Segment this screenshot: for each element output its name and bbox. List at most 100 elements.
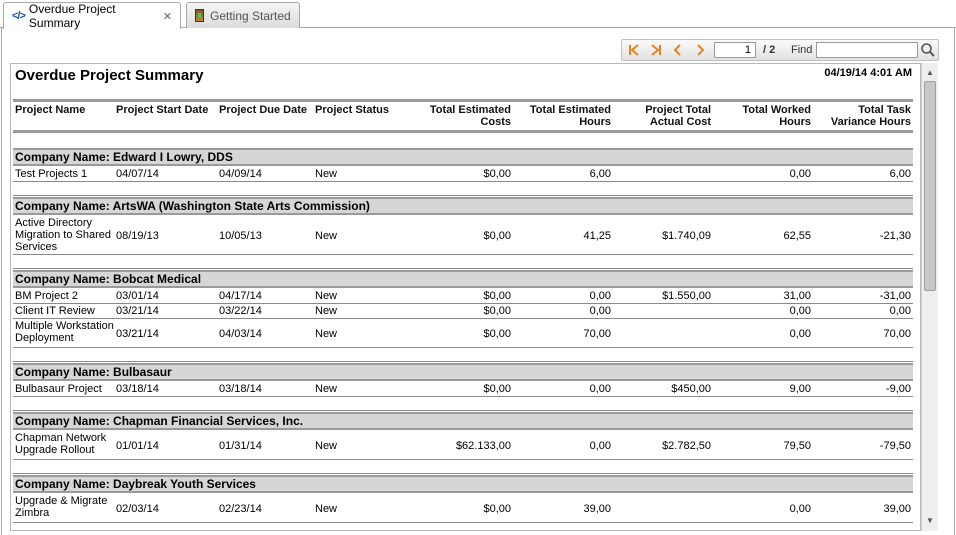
cell-due: 01/31/14 <box>219 439 262 452</box>
table-row: Test Projects 1 04/07/14 04/09/14 New $0,00 6… <box>13 167 913 182</box>
cell-start: 03/01/14 <box>116 290 159 302</box>
chevron-left-icon <box>673 44 681 56</box>
scroll-up-button[interactable]: ▲ <box>922 65 938 81</box>
cell-est-hours: 6,00 <box>589 168 611 180</box>
column-header: Project Due Date <box>219 104 319 116</box>
cell-due: 04/17/14 <box>219 290 262 302</box>
cell-actual-cost: $450,00 <box>671 383 711 395</box>
cell-worked: 62,55 <box>783 229 811 242</box>
cell-due: 03/18/14 <box>219 383 262 395</box>
cell-est-hours: 70,00 <box>583 327 611 340</box>
project-name-cell: Chapman Network Upgrade Rollout <box>15 432 115 456</box>
cell-est-hours: 0,00 <box>589 305 611 317</box>
project-name-cell: Multiple Workstation Deployment <box>15 320 115 344</box>
cell-actual-cost: $2.782,50 <box>662 439 711 452</box>
cell-est-hours: 39,00 <box>583 502 611 515</box>
project-name-cell: Test Projects 1 <box>15 168 115 180</box>
cell-start: 08/19/13 <box>116 229 159 242</box>
cell-est-cost: $0,00 <box>483 383 511 395</box>
last-page-icon <box>651 44 661 56</box>
group-header: Company Name: Edward I Lowry, DDS <box>13 148 913 166</box>
group-header: Company Name: Chapman Financial Services… <box>13 412 913 430</box>
header-rule <box>13 99 913 102</box>
project-name-line: Test Projects 1 <box>15 168 88 180</box>
cell-actual-cost: $1.740,09 <box>662 229 711 242</box>
column-header: Project Start Date <box>116 104 216 116</box>
tab-bar: </> Overdue Project Summary ✕ Getting St… <box>0 0 956 30</box>
cell-due: 10/05/13 <box>219 229 262 242</box>
cell-worked: 0,00 <box>789 327 811 340</box>
cell-variance: 39,00 <box>883 502 911 515</box>
cell-variance: -9,00 <box>885 383 911 395</box>
project-name-cell: Client IT Review <box>15 305 115 317</box>
cell-est-cost: $62.133,00 <box>455 439 511 452</box>
column-header-line: Total Task <box>858 104 911 116</box>
table-row: BM Project 2 03/01/14 04/17/14 New $0,00 0,00… <box>13 289 913 304</box>
cell-actual-cost: $1.550,00 <box>662 290 711 302</box>
cell-est-hours: 41,25 <box>583 229 611 242</box>
cell-start: 03/21/14 <box>116 327 159 340</box>
first-page-button[interactable] <box>626 43 642 57</box>
chevron-right-icon <box>697 44 705 56</box>
last-page-button[interactable] <box>648 43 664 57</box>
column-header-line: Hours <box>579 116 611 128</box>
cell-variance: -79,50 <box>879 439 911 452</box>
cell-start: 04/07/14 <box>116 168 159 180</box>
cell-due: 02/23/14 <box>219 502 262 515</box>
vertical-scrollbar[interactable]: ▲ ▼ <box>921 63 938 531</box>
find-button[interactable] <box>920 42 936 58</box>
project-name-cell: BM Project 2 <box>15 290 115 302</box>
project-name-line: Upgrade Rollout <box>15 444 95 456</box>
cell-variance: -31,00 <box>879 290 911 302</box>
cell-est-cost: $0,00 <box>483 327 511 340</box>
group-spacer <box>13 348 913 362</box>
next-page-button[interactable] <box>692 43 708 57</box>
search-icon <box>921 43 935 57</box>
report-timestamp: 04/19/14 4:01 AM <box>824 67 912 79</box>
report-title: Overdue Project Summary <box>15 67 204 84</box>
cell-status: New <box>315 229 338 242</box>
project-name-line: Services <box>15 241 58 253</box>
tab-label: Getting Started <box>210 8 291 23</box>
traffic-light-icon <box>195 9 204 22</box>
project-name-line: Deployment <box>15 332 74 344</box>
scroll-thumb[interactable] <box>924 81 936 291</box>
cell-worked: 31,00 <box>783 290 811 302</box>
tab-getting-started[interactable]: Getting Started <box>186 2 300 28</box>
cell-due: 04/03/14 <box>219 327 262 340</box>
cell-worked: 0,00 <box>789 305 811 317</box>
find-input[interactable] <box>816 42 918 58</box>
cell-start: 03/21/14 <box>116 305 159 317</box>
previous-page-button[interactable] <box>670 43 686 57</box>
cell-status: New <box>315 305 338 317</box>
cell-est-hours: 0,00 <box>589 383 611 395</box>
column-header: Total Task Variance Hours <box>811 104 911 128</box>
group-spacer <box>13 182 913 196</box>
header-rule <box>13 130 913 133</box>
column-header-line: Project Status <box>315 104 389 116</box>
column-header: Project Name <box>15 104 115 116</box>
cell-start: 01/01/14 <box>116 439 159 452</box>
column-header-line: Costs <box>480 116 511 128</box>
group-header: Company Name: Daybreak Youth Services <box>13 475 913 493</box>
project-name-line: Migration to Shared <box>15 229 111 241</box>
group-spacer <box>13 460 913 474</box>
group-header: Company Name: ArtsWA (Washington State A… <box>13 197 913 215</box>
tab-overdue-project-summary[interactable]: </> Overdue Project Summary ✕ <box>3 2 181 30</box>
find-label: Find <box>791 44 813 56</box>
scroll-down-button[interactable]: ▼ <box>922 513 938 529</box>
cell-est-hours: 0,00 <box>589 290 611 302</box>
close-icon[interactable]: ✕ <box>163 10 172 23</box>
page-number-input[interactable] <box>714 42 756 58</box>
project-name-line: Bulbasaur Project <box>15 383 102 395</box>
cell-due: 03/22/14 <box>219 305 262 317</box>
column-header-line: Project Name <box>15 104 86 116</box>
cell-est-hours: 0,00 <box>589 439 611 452</box>
column-header-line: Total Estimated <box>529 104 611 116</box>
column-header: Project Total Actual Cost <box>611 104 711 128</box>
project-name-line: Upgrade & Migrate <box>15 495 108 507</box>
project-name-line: Multiple Workstation <box>15 320 114 332</box>
project-name-line: BM Project 2 <box>15 290 78 302</box>
cell-status: New <box>315 502 338 515</box>
